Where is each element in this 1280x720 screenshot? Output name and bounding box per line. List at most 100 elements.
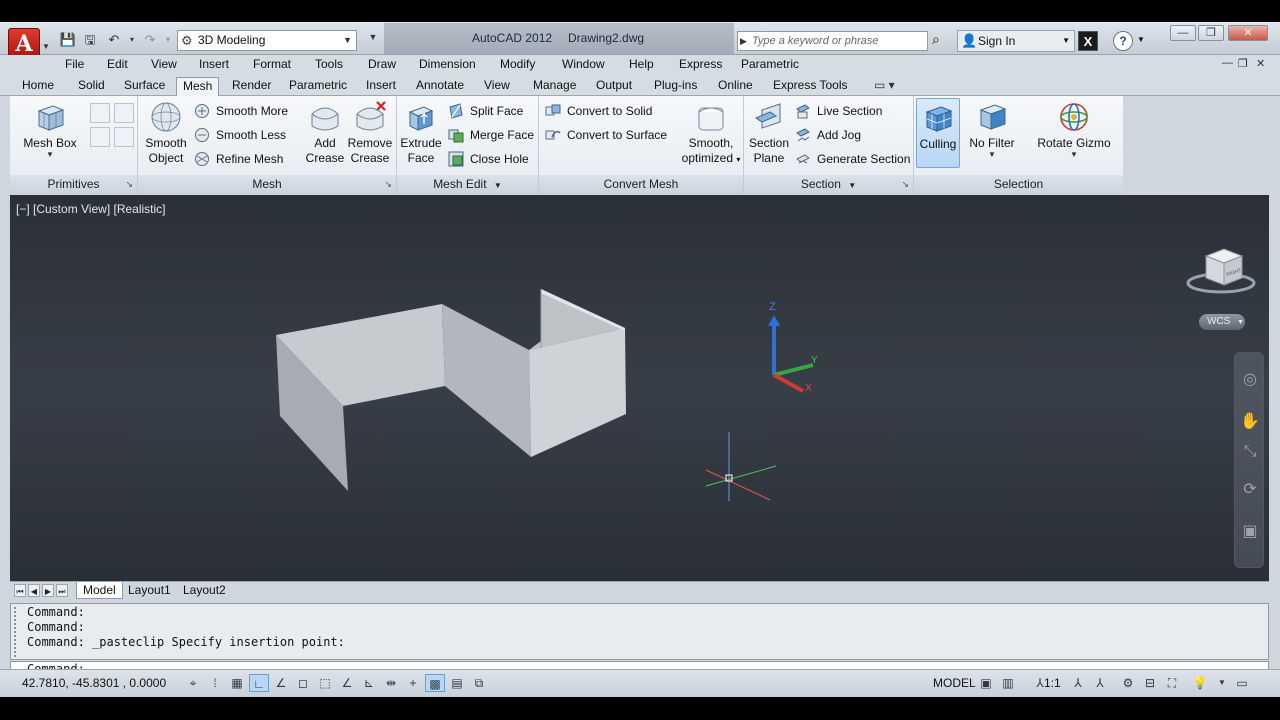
auto-scale-icon[interactable]: ⅄ bbox=[1090, 674, 1110, 692]
grid-display-icon[interactable]: ▦ bbox=[227, 674, 247, 692]
dialog-launcher-icon[interactable]: ↘ bbox=[384, 175, 392, 193]
save-icon[interactable]: 💾 bbox=[58, 31, 78, 49]
tab-online[interactable]: Online bbox=[712, 77, 759, 96]
coordinate-readout[interactable]: 42.7810, -45.8301 , 0.0000 bbox=[22, 676, 166, 690]
no-filter-button[interactable]: No Filter ▼ bbox=[966, 100, 1018, 159]
selection-cycling-icon[interactable]: ⧉ bbox=[469, 674, 489, 692]
quick-view-layouts-icon[interactable]: ▣ bbox=[976, 674, 996, 692]
tab-annotate[interactable]: Annotate bbox=[410, 77, 470, 96]
convert-to-surface-button[interactable]: Convert to Surface bbox=[545, 125, 667, 145]
showmotion-icon[interactable]: ▣ bbox=[1240, 521, 1260, 543]
expand-search-icon[interactable]: ▶ bbox=[740, 32, 747, 50]
lineweight-icon[interactable]: + bbox=[403, 674, 423, 692]
smooth-optimized-button[interactable]: Smooth, optimized ▾ bbox=[681, 100, 741, 167]
refine-mesh-button[interactable]: Refine Mesh bbox=[194, 149, 283, 169]
tab-output[interactable]: Output bbox=[590, 77, 638, 96]
annotation-scale-value[interactable]: 1:1 bbox=[1044, 676, 1061, 690]
minimize-icon[interactable]: — bbox=[1170, 25, 1196, 41]
mesh-torus-icon[interactable] bbox=[114, 127, 134, 147]
menu-file[interactable]: File bbox=[65, 57, 84, 71]
object-snap-tracking-icon[interactable]: ∠ bbox=[337, 674, 357, 692]
live-section-button[interactable]: Live Section bbox=[795, 101, 882, 121]
dialog-launcher-icon[interactable]: ↘ bbox=[901, 175, 909, 193]
generate-section-button[interactable]: Generate Section bbox=[795, 149, 910, 169]
last-layout-icon[interactable]: ⏭ bbox=[56, 584, 68, 597]
snap-mode-icon[interactable]: ⁞ bbox=[205, 674, 225, 692]
split-face-button[interactable]: Split Face bbox=[448, 101, 523, 121]
menu-edit[interactable]: Edit bbox=[107, 57, 128, 71]
lock-icon[interactable]: ⊟ bbox=[1140, 674, 1160, 692]
doc-restore-icon[interactable]: ❐ bbox=[1238, 57, 1248, 70]
tab-plugins[interactable]: Plug-ins bbox=[648, 77, 703, 96]
remove-crease-button[interactable]: Remove Crease bbox=[346, 100, 394, 166]
tab-layout1[interactable]: Layout1 bbox=[122, 582, 177, 599]
polar-tracking-icon[interactable]: ∠ bbox=[271, 674, 291, 692]
exchange-icon[interactable]: X bbox=[1078, 31, 1098, 51]
redo-icon[interactable]: ↷ bbox=[140, 31, 160, 49]
redo-dropdown-icon[interactable]: ▾ bbox=[158, 31, 178, 49]
save-as-icon[interactable]: 🖫 bbox=[80, 31, 100, 49]
mesh-cone-icon[interactable] bbox=[90, 103, 110, 123]
next-layout-icon[interactable]: ▶ bbox=[42, 584, 54, 597]
workspace-switching-icon[interactable]: ⚙ bbox=[1118, 674, 1138, 692]
menu-view[interactable]: View bbox=[151, 57, 177, 71]
panel-title-mesh-edit[interactable]: Mesh Edit ▼ bbox=[397, 175, 538, 194]
annotation-visibility-icon[interactable]: ⅄ bbox=[1068, 674, 1088, 692]
binoculars-icon[interactable]: ⌕ bbox=[932, 31, 940, 48]
quick-access-more-icon[interactable]: ▼ bbox=[366, 32, 380, 42]
pan-icon[interactable]: ✋ bbox=[1240, 411, 1260, 433]
tab-home[interactable]: Home bbox=[16, 77, 60, 96]
mesh-box-button[interactable]: Mesh Box ▼ bbox=[22, 100, 78, 159]
infer-constraints-icon[interactable]: ⌖ bbox=[183, 674, 203, 692]
steering-wheel-icon[interactable]: ◎ bbox=[1240, 369, 1260, 391]
help-icon[interactable]: ? bbox=[1113, 31, 1133, 51]
section-plane-button[interactable]: Section Plane bbox=[746, 100, 792, 166]
smooth-object-button[interactable]: Smooth Object bbox=[142, 100, 190, 166]
drawing-viewport[interactable]: [−] [Custom View] [Realistic] Z Y X RIGH… bbox=[10, 195, 1269, 581]
model-space-toggle[interactable]: MODEL bbox=[933, 676, 976, 690]
menu-tools[interactable]: Tools bbox=[315, 57, 343, 71]
menu-modify[interactable]: Modify bbox=[500, 57, 535, 71]
quick-view-drawings-icon[interactable]: ▥ bbox=[998, 674, 1018, 692]
quick-properties-icon[interactable]: ▤ bbox=[447, 674, 467, 692]
object-snap-icon[interactable]: ◻ bbox=[293, 674, 313, 692]
tab-manage[interactable]: Manage bbox=[527, 77, 582, 96]
ribbon-display-toggle-icon[interactable]: ▭ ▾ bbox=[874, 78, 895, 92]
panel-title-section[interactable]: Section ▼ ↘ bbox=[744, 175, 913, 194]
wcs-menu[interactable]: WCS ▼ bbox=[1199, 314, 1245, 330]
tab-view[interactable]: View bbox=[478, 77, 516, 96]
close-icon[interactable]: ✕ bbox=[1228, 25, 1268, 41]
menu-window[interactable]: Window bbox=[562, 57, 605, 71]
undo-icon[interactable]: ↶ bbox=[104, 31, 124, 49]
isolate-objects-icon[interactable]: 💡 bbox=[1190, 674, 1210, 692]
search-input[interactable]: ▶ Type a keyword or phrase bbox=[737, 31, 928, 51]
help-dropdown-icon[interactable]: ▼ bbox=[1137, 35, 1145, 44]
tab-solid[interactable]: Solid bbox=[72, 77, 111, 96]
mesh-cylinder-icon[interactable] bbox=[90, 127, 110, 147]
close-hole-button[interactable]: Close Hole bbox=[448, 149, 529, 169]
tab-mesh[interactable]: Mesh bbox=[176, 77, 220, 96]
dialog-launcher-icon[interactable]: ↘ bbox=[125, 175, 133, 193]
undo-dropdown-icon[interactable]: ▾ bbox=[122, 31, 142, 49]
3d-object-snap-icon[interactable]: ⬚ bbox=[315, 674, 335, 692]
clean-screen-icon[interactable]: ▭ bbox=[1232, 674, 1252, 692]
zoom-icon[interactable]: ⤡ bbox=[1240, 441, 1260, 463]
convert-to-solid-button[interactable]: Convert to Solid bbox=[545, 101, 652, 121]
sign-in-button[interactable]: 👤 Sign In ▼ bbox=[957, 30, 1075, 52]
merge-face-button[interactable]: Merge Face bbox=[448, 125, 534, 145]
tab-parametric[interactable]: Parametric bbox=[283, 77, 353, 96]
tab-express-tools[interactable]: Express Tools bbox=[767, 77, 853, 96]
hardware-acceleration-icon[interactable]: ⛶ bbox=[1162, 674, 1182, 692]
restore-icon[interactable]: ❐ bbox=[1198, 25, 1224, 41]
menu-express[interactable]: Express bbox=[679, 57, 722, 71]
drag-grip-icon[interactable] bbox=[14, 607, 22, 657]
menu-dimension[interactable]: Dimension bbox=[419, 57, 476, 71]
ortho-mode-icon[interactable]: ∟ bbox=[249, 674, 269, 692]
tab-surface[interactable]: Surface bbox=[118, 77, 171, 96]
tab-insert[interactable]: Insert bbox=[360, 77, 402, 96]
menu-insert[interactable]: Insert bbox=[199, 57, 229, 71]
menu-parametric[interactable]: Parametric bbox=[741, 57, 799, 71]
transparency-icon[interactable]: ▩ bbox=[425, 674, 445, 692]
tab-render[interactable]: Render bbox=[226, 77, 277, 96]
menu-format[interactable]: Format bbox=[253, 57, 291, 71]
